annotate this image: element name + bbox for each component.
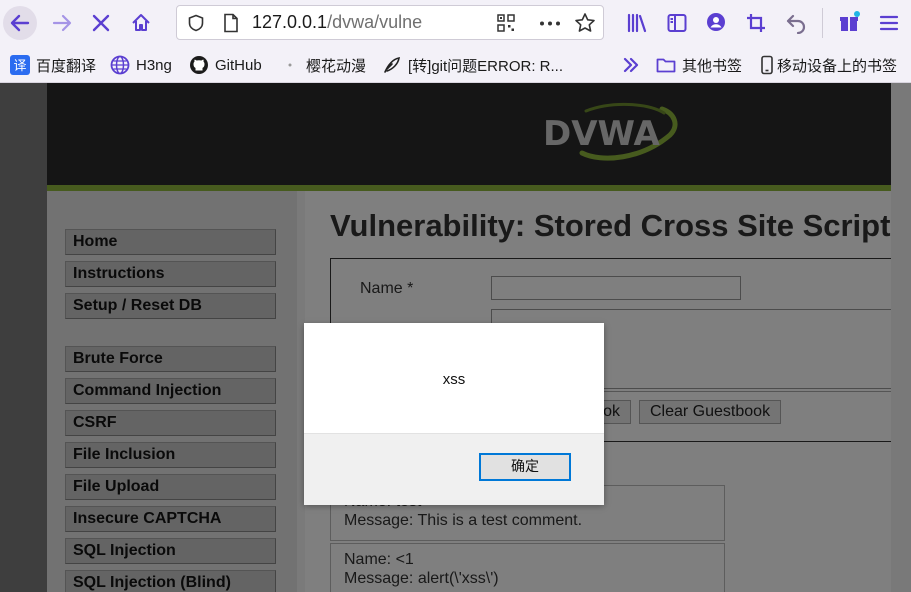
bookmark-label: 移动设备上的书签 <box>777 57 898 75</box>
bookmarks-bar: 译 百度翻译 H3ng GitHub 樱花动漫 [转]git问题ERROR: R… <box>0 46 911 83</box>
close-icon <box>92 14 110 32</box>
bookmark-baidu-translate[interactable]: 译 百度翻译 <box>10 55 96 75</box>
back-button[interactable] <box>3 6 37 40</box>
crop-screenshot-icon[interactable] <box>745 12 767 34</box>
bookmark-label: 其他书签 <box>682 57 743 75</box>
home-button[interactable] <box>124 6 158 40</box>
bookmark-label: 樱花动漫 <box>306 57 367 75</box>
shield-icon[interactable] <box>187 14 205 32</box>
alert-ok-button[interactable]: 确定 <box>479 453 571 481</box>
globe-icon <box>110 55 130 75</box>
url-text[interactable]: 127.0.0.1/dvwa/vulnerabilities/xss_s/ <box>252 12 422 33</box>
url-path: /dvwa/vulnerabilities/xss_s/ <box>327 12 422 32</box>
bookmark-github[interactable]: GitHub <box>189 55 262 75</box>
bookmark-h3ng[interactable]: H3ng <box>110 55 172 75</box>
stop-button[interactable] <box>84 6 118 40</box>
bookmark-label: H3ng <box>136 56 172 74</box>
bookmark-mobile-folder[interactable]: 移动设备上的书签 <box>760 55 897 75</box>
page-icon[interactable] <box>222 13 240 33</box>
bookmark-git-error[interactable]: [转]git问题ERROR: R... <box>382 55 563 75</box>
browser-toolbar: 127.0.0.1/dvwa/vulnerabilities/xss_s/ <box>0 0 911 46</box>
bookmark-other-folder[interactable]: 其他书签 <box>656 55 742 75</box>
folder-icon <box>656 56 676 74</box>
sidebar-icon[interactable] <box>666 12 688 34</box>
svg-text:译: 译 <box>13 59 26 74</box>
bookmark-label: 百度翻译 <box>36 57 97 75</box>
alert-footer: 确定 <box>304 433 604 505</box>
github-icon <box>189 55 209 75</box>
home-icon <box>132 14 150 31</box>
library-icon[interactable] <box>626 12 648 34</box>
forward-button[interactable] <box>45 6 79 40</box>
bookmark-label: GitHub <box>215 56 262 74</box>
bookmark-label: [转]git问题ERROR: R... <box>408 57 564 75</box>
double-chevron-right-icon <box>622 56 640 74</box>
arrow-left-icon <box>10 14 30 32</box>
more-icon[interactable] <box>539 21 561 26</box>
star-icon[interactable] <box>574 12 596 34</box>
mobile-icon <box>760 55 774 75</box>
alert-message: xss <box>442 371 466 388</box>
toolbar-divider <box>822 8 823 38</box>
url-bar[interactable]: 127.0.0.1/dvwa/vulnerabilities/xss_s/ <box>176 5 604 40</box>
hamburger-menu-icon[interactable] <box>878 12 900 34</box>
dot-icon <box>286 55 300 75</box>
arrow-right-icon <box>52 14 72 32</box>
account-icon[interactable] <box>705 11 727 33</box>
extensions-gift-icon[interactable] <box>838 10 862 34</box>
qr-code-icon[interactable] <box>497 14 515 32</box>
bookmarks-overflow-button[interactable] <box>622 55 646 75</box>
url-host: 127.0.0.1 <box>252 12 328 32</box>
alert-dialog: xss 确定 <box>304 323 604 505</box>
bookmark-yinghua[interactable]: 樱花动漫 <box>286 55 366 75</box>
feather-icon <box>382 55 402 75</box>
translate-icon: 译 <box>10 55 30 75</box>
undo-icon[interactable] <box>785 12 807 34</box>
